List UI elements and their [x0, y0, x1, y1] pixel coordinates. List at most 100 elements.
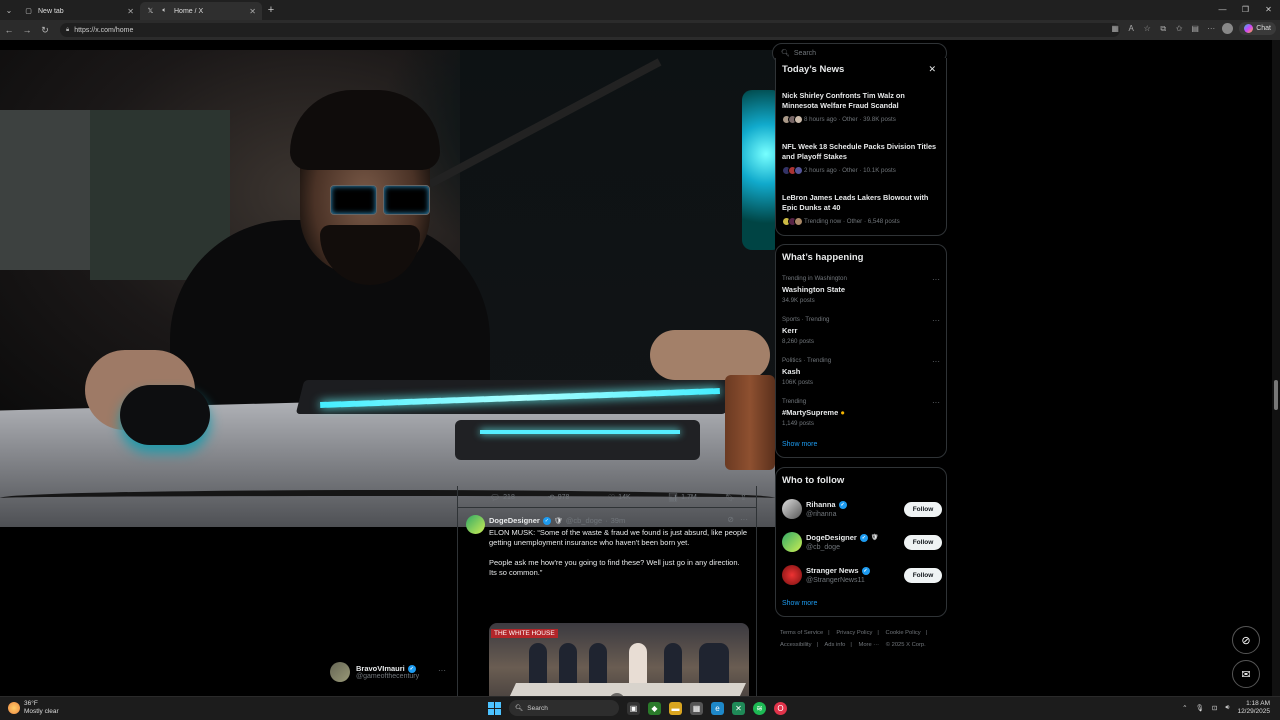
opera-icon[interactable]: O — [774, 701, 787, 715]
show-more-link[interactable]: Show more — [782, 441, 817, 448]
trend-item[interactable]: Politics · Trending Kash 106K posts ··· — [782, 357, 942, 386]
restore-icon[interactable]: ❐ — [1234, 0, 1257, 20]
news-item[interactable]: NFL Week 18 Schedule Packs Division Titl… — [782, 142, 942, 175]
avatar[interactable] — [782, 532, 802, 552]
scrollbar-thumb[interactable] — [1274, 380, 1278, 410]
view-count: 1.7M — [681, 494, 697, 501]
nvidia-icon[interactable]: ◆ — [648, 701, 661, 715]
trend-item[interactable]: Trending #MartySupreme ● 1,149 posts ··· — [782, 398, 942, 427]
lock-icon[interactable]: 🔒︎ — [66, 27, 69, 34]
more-icon[interactable]: ··· — [1206, 24, 1216, 34]
scrollbar[interactable] — [1272, 40, 1280, 696]
chevron-up-icon[interactable]: ⌃ — [1182, 704, 1187, 712]
collections-icon[interactable]: ▤ — [1190, 24, 1200, 34]
file-explorer-icon[interactable]: ▬ — [669, 701, 682, 715]
spotify-icon[interactable]: ≋ — [753, 701, 766, 715]
x-logo-icon: 𝕏 — [147, 8, 154, 15]
footer-link[interactable]: Accessibility — [780, 642, 812, 648]
footer-link[interactable]: Terms of Service — [780, 630, 823, 636]
user-name: Stranger News — [806, 566, 859, 575]
read-aloud-icon[interactable]: A — [1126, 24, 1136, 34]
show-more-link[interactable]: Show more — [782, 600, 817, 607]
more-icon[interactable]: ··· — [932, 316, 940, 325]
grok-icon[interactable]: ⊘ — [727, 515, 734, 524]
more-icon[interactable]: ··· — [932, 398, 940, 407]
reply-button[interactable]: 💬︎ 218 — [490, 493, 515, 502]
follow-suggestion[interactable]: DogeDesigner ✓ 🛡︎ @cb_doge Follow — [782, 530, 942, 554]
forward-icon[interactable]: → — [18, 25, 36, 35]
video-player[interactable] — [0, 50, 775, 527]
post-text: ELON MUSK: “Some of the waste & fraud we… — [489, 528, 749, 578]
footer-link[interactable]: More ··· — [858, 642, 879, 648]
trend-count: 8,260 posts — [782, 338, 814, 345]
more-icon[interactable]: ··· — [932, 275, 940, 284]
repost-button[interactable]: ⟲ 978 — [548, 493, 569, 502]
avatar[interactable] — [466, 515, 485, 534]
follow-button[interactable]: Follow — [904, 534, 942, 550]
bookmark-icon: 🔖︎ — [725, 493, 736, 502]
trend-item[interactable]: Sports · Trending Kerr 8,260 posts ··· — [782, 316, 942, 345]
close-icon[interactable]: ✕ — [928, 64, 936, 75]
edge-icon[interactable]: e — [711, 701, 724, 715]
taskbar-search[interactable]: 🔍︎ Search — [509, 700, 619, 716]
windows-start-icon[interactable] — [488, 701, 501, 715]
avatar[interactable] — [782, 565, 802, 585]
more-options-icon[interactable]: ··· — [740, 515, 748, 524]
footer-link[interactable]: Cookie Policy — [886, 630, 921, 636]
microphone-icon[interactable]: 🎙︎ — [1196, 704, 1204, 712]
weather-widget[interactable]: 36°F Mostly clear — [8, 700, 59, 716]
footer-link[interactable]: Privacy Policy — [836, 630, 872, 636]
verified-badge-icon: ✓ — [407, 664, 416, 673]
close-window-icon[interactable]: ✕ — [1257, 0, 1280, 20]
avatar[interactable] — [782, 499, 802, 519]
news-item[interactable]: LeBron James Leads Lakers Blowout with E… — [782, 193, 942, 226]
grok-button[interactable]: ⊘ — [1232, 626, 1260, 654]
post-author-handle[interactable]: @cb_doge — [566, 516, 602, 525]
apps-icon[interactable]: ▦ — [1110, 24, 1120, 34]
task-view-icon[interactable]: ▣ — [627, 701, 640, 715]
favorite-star-icon[interactable]: ☆ — [1142, 24, 1152, 34]
follow-suggestion[interactable]: Rihanna ✓ @rihanna Follow — [782, 497, 942, 521]
follow-suggestion[interactable]: Stranger News ✓ @StrangerNews11 Follow — [782, 563, 942, 587]
profile-avatar[interactable] — [1222, 23, 1234, 34]
extensions-icon[interactable]: ⧉ — [1158, 24, 1168, 34]
account-switcher[interactable]: BravoVImauri ✓ @gameofthecentury — [330, 661, 419, 683]
copilot-chat-button[interactable]: Chat — [1239, 22, 1276, 35]
tab-actions-menu-icon[interactable]: ⌄ — [0, 0, 18, 20]
bookmark-button[interactable]: 🔖︎ — [725, 493, 735, 502]
network-icon[interactable]: ⊡ — [1212, 704, 1217, 712]
speaker-icon[interactable]: 🔈︎ — [160, 7, 169, 16]
store-icon[interactable]: ▦ — [690, 701, 703, 715]
follow-button[interactable]: Follow — [904, 567, 942, 583]
post-time[interactable]: 39m — [611, 516, 626, 525]
back-icon[interactable]: ← — [0, 25, 18, 35]
more-icon[interactable]: ··· — [932, 357, 940, 366]
post-author-name[interactable]: DogeDesigner — [489, 516, 540, 525]
volume-icon[interactable]: 🔊︎ — [1225, 704, 1229, 712]
new-tab-button[interactable]: + — [262, 4, 280, 16]
tab-home-x[interactable]: 𝕏 🔈︎ Home / X ✕ — [140, 2, 262, 20]
post-media-video[interactable]: THE WHITE HOUSE ▶ — [489, 623, 749, 696]
share-button[interactable]: ⇪ — [740, 493, 747, 502]
minimize-icon[interactable]: — — [1211, 0, 1234, 20]
favorites-icon[interactable]: ✩ — [1174, 24, 1184, 34]
footer-link[interactable]: Ads info — [824, 642, 845, 648]
user-handle: @cb_doge — [806, 544, 840, 551]
close-tab-icon[interactable]: ✕ — [249, 7, 256, 16]
taskbar-apps: 🔍︎ Search ▣ ◆ ▬ ▦ e ✕ ≋ O — [488, 700, 787, 716]
post[interactable]: DogeDesigner ✓ 🛡︎ @cb_doge · 39m ⊘ ··· E… — [458, 510, 756, 696]
clock[interactable]: 1:18 AM 12/29/2025 — [1237, 700, 1270, 716]
views-button[interactable]: 📊︎ 1.7M — [668, 493, 697, 502]
messages-button[interactable]: ✉ — [1232, 660, 1260, 688]
news-item[interactable]: Nick Shirley Confronts Tim Walz on Minne… — [782, 91, 942, 124]
trend-item[interactable]: Trending in Washington Washington State … — [782, 275, 942, 304]
close-tab-icon[interactable]: ✕ — [127, 7, 134, 16]
todays-news-card: Today’s News ✕ Nick Shirley Confronts Ti… — [775, 58, 947, 236]
account-more-icon[interactable]: ··· — [438, 666, 446, 675]
like-button[interactable]: ♡ 14K — [608, 493, 631, 502]
refresh-icon[interactable]: ↻ — [36, 25, 54, 36]
address-bar[interactable]: 🔒︎ https://x.com/home — [60, 23, 1120, 37]
follow-button[interactable]: Follow — [904, 501, 942, 517]
tab-new-tab[interactable]: ▢ New tab ✕ — [18, 2, 140, 20]
xbox-icon[interactable]: ✕ — [732, 701, 745, 715]
